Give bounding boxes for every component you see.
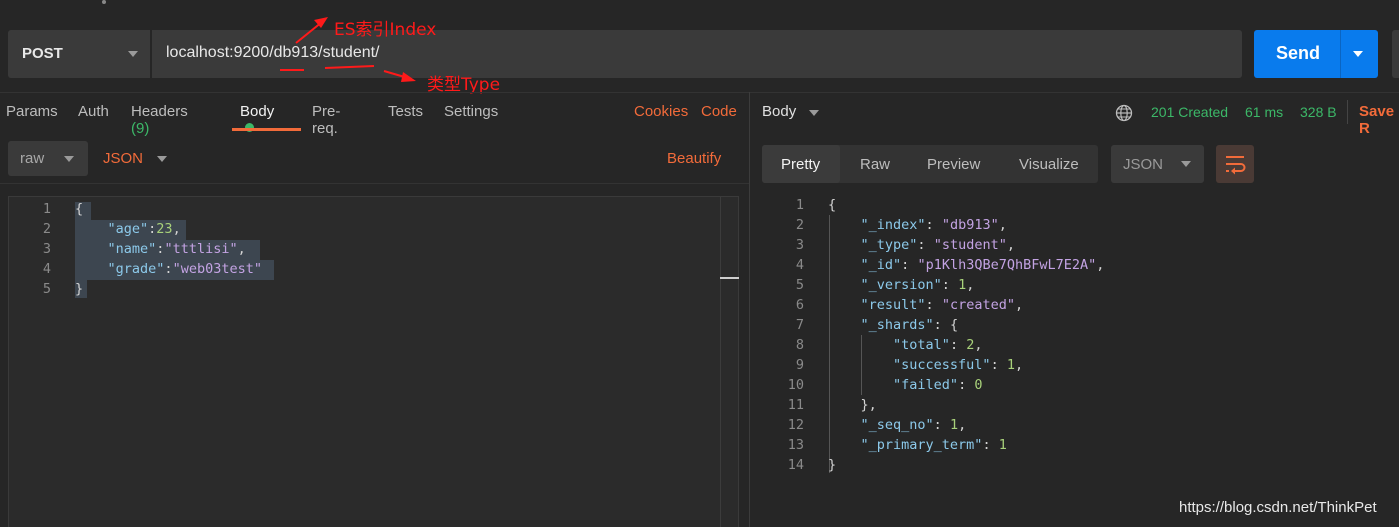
url-value: localhost:9200/db913/student/ <box>166 44 380 61</box>
headers-count: (9) <box>131 120 150 137</box>
response-body-viewer[interactable]: 1 {2 "_index": "db913", 3 "_type": "studen… <box>760 195 1399 485</box>
line-number: 13 <box>787 437 804 453</box>
line-number: 4 <box>795 257 804 273</box>
code-line: } <box>828 457 837 473</box>
tab-headers[interactable]: Headers (9) <box>131 103 188 137</box>
code-line: "_shards": { <box>860 317 959 333</box>
code-line: "total": 2, <box>893 337 983 353</box>
response-format-label: JSON <box>1123 156 1164 173</box>
method-select[interactable]: POST <box>8 30 150 78</box>
title-strip <box>0 0 1399 18</box>
body-format-select[interactable]: JSON <box>103 150 143 167</box>
editor-scrollbar[interactable] <box>720 197 721 527</box>
line-number: 12 <box>787 417 804 433</box>
code-line: "name":"tttlisi", <box>107 241 246 257</box>
line-number: 5 <box>795 277 804 293</box>
chevron-down-icon[interactable] <box>809 110 819 116</box>
code-line: "failed": 0 <box>893 377 983 393</box>
response-size: 328 B <box>1300 104 1337 120</box>
tab-prereq[interactable]: Pre-req. <box>312 103 340 137</box>
body-options-divider <box>0 183 749 184</box>
index-annotation: ES索引Index <box>334 20 437 40</box>
code-line: "_id": "p1Klh3QBe7QhBFwL7E2A", <box>860 257 1105 273</box>
chevron-down-icon <box>64 156 74 162</box>
code-line: "result": "created", <box>860 297 1024 313</box>
beautify-button[interactable]: Beautify <box>667 150 721 167</box>
response-view-tabs: Pretty Raw Preview Visualize <box>762 145 1098 183</box>
pane-splitter[interactable] <box>749 92 750 527</box>
chevron-down-icon <box>1181 161 1191 167</box>
send-options-chevron-icon[interactable] <box>1353 51 1363 57</box>
response-time: 61 ms <box>1245 104 1284 120</box>
tab-pretty[interactable]: Pretty <box>781 156 820 173</box>
line-number: 1 <box>795 197 804 213</box>
method-label: POST <box>22 45 63 62</box>
code-line: "grade":"web03test" <box>107 261 262 277</box>
code-line: "age":23, <box>107 221 181 237</box>
tab-settings[interactable]: Settings <box>444 103 498 120</box>
window-dot <box>102 0 106 4</box>
separator <box>1347 100 1348 124</box>
code-line: "_version": 1, <box>860 277 975 293</box>
wrap-lines-button[interactable] <box>1216 145 1254 183</box>
tab-headers-label: Headers <box>131 103 188 120</box>
tab-body[interactable]: Body <box>240 103 274 137</box>
save-button-edge[interactable] <box>1392 30 1399 78</box>
request-body-editor[interactable]: 1 2 3 4 5 { "age":23, "name":"tttlisi", … <box>8 196 739 527</box>
tab-body-label: Body <box>240 103 275 120</box>
tab-params[interactable]: Params <box>6 103 58 120</box>
status-code: 201 Created <box>1151 104 1229 120</box>
send-divider <box>1340 30 1341 78</box>
code-line: "_primary_term": 1 <box>860 437 1007 453</box>
tab-tests[interactable]: Tests <box>388 103 423 120</box>
line-number: 9 <box>795 357 804 373</box>
line-number: 3 <box>42 241 51 257</box>
globe-icon[interactable] <box>1115 104 1133 122</box>
save-response-button[interactable]: Save R <box>1359 103 1399 137</box>
line-number: 4 <box>42 261 51 277</box>
body-mode-label: raw <box>20 150 45 167</box>
tab-auth[interactable]: Auth <box>78 103 109 120</box>
code-line: }, <box>828 397 877 413</box>
active-tab-underline <box>232 128 301 131</box>
code-line: { <box>828 197 837 213</box>
line-number: 5 <box>42 281 51 297</box>
watermark: https://blog.csdn.net/ThinkPet <box>1179 499 1377 516</box>
line-number: 11 <box>787 397 804 413</box>
line-number: 6 <box>795 297 804 313</box>
line-number: 10 <box>787 377 804 393</box>
line-number: 3 <box>795 237 804 253</box>
send-label: Send <box>1276 43 1321 63</box>
code-line: "_index": "db913", <box>860 217 1007 233</box>
tab-raw[interactable]: Raw <box>860 156 890 173</box>
send-button[interactable]: Send <box>1254 30 1378 78</box>
line-number: 14 <box>787 457 804 473</box>
url-input[interactable]: localhost:9200/db913/student/ <box>152 30 1242 78</box>
tab-preview[interactable]: Preview <box>927 156 980 173</box>
code-link[interactable]: Code <box>701 103 737 120</box>
line-number: 7 <box>795 317 804 333</box>
response-body-title[interactable]: Body <box>762 103 796 120</box>
line-number: 2 <box>42 221 51 237</box>
code-line: "_seq_no": 1, <box>860 417 967 433</box>
wrap-icon <box>1226 156 1246 175</box>
response-format-select[interactable]: JSON <box>1111 145 1204 183</box>
line-number: 2 <box>795 217 804 233</box>
code-line: "_type": "student", <box>860 237 1015 253</box>
body-mode-select[interactable]: raw <box>8 141 88 176</box>
chevron-down-icon[interactable] <box>157 156 167 162</box>
code-line: { <box>75 201 84 217</box>
chevron-down-icon <box>128 51 138 57</box>
cookies-link[interactable]: Cookies <box>634 103 688 120</box>
tab-visualize[interactable]: Visualize <box>1019 156 1079 173</box>
code-line: "successful": 1, <box>893 357 1024 373</box>
toolbar-divider <box>0 92 1399 93</box>
line-number: 1 <box>42 201 51 217</box>
code-line: } <box>75 281 84 297</box>
editor-scroll-marker <box>720 277 739 279</box>
line-number: 8 <box>795 337 804 353</box>
